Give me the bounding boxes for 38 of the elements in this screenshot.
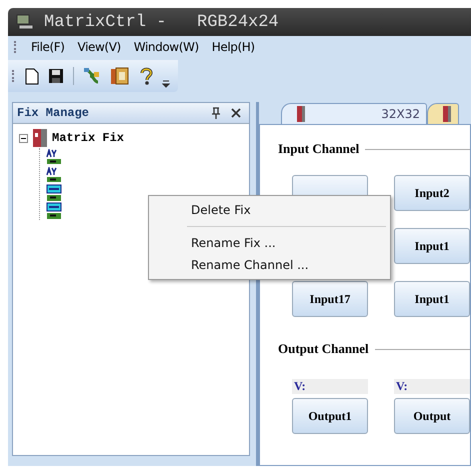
connector-icon[interactable] <box>83 67 101 85</box>
device-icon <box>442 105 452 123</box>
menu-item[interactable]: Window(W) <box>134 40 199 54</box>
tab[interactable]: 32X32 <box>281 103 427 124</box>
window-title: MatrixCtrl - RGB24x24 <box>44 12 279 32</box>
device-icon <box>296 105 306 123</box>
collapse-toggle[interactable] <box>19 134 28 142</box>
group-title: Output Channel <box>278 341 369 357</box>
device-icon <box>32 128 48 148</box>
input-button[interactable]: Input1 <box>394 281 470 317</box>
menu-item[interactable]: View(V) <box>78 40 121 54</box>
output-label: V: <box>394 379 470 394</box>
av-module-icon[interactable] <box>46 149 62 165</box>
input-button[interactable]: Input1 <box>394 228 470 264</box>
rgb-module-icon[interactable] <box>46 184 62 202</box>
output-button[interactable]: Output1 <box>292 398 368 434</box>
output-button[interactable]: Output <box>394 398 470 434</box>
computer-icon <box>16 14 34 30</box>
menu-item[interactable]: Rename Channel ... <box>149 254 390 276</box>
av-module-icon[interactable] <box>46 167 62 183</box>
rgb-module-icon[interactable] <box>46 202 62 220</box>
group-title: Input Channel <box>278 141 360 157</box>
help-icon[interactable] <box>139 67 153 85</box>
menu-item[interactable]: Help(H) <box>212 40 255 54</box>
overflow-icon[interactable] <box>162 80 170 88</box>
tree-item[interactable]: Matrix Fix <box>52 131 124 145</box>
output-label: V: <box>292 379 368 394</box>
book-icon[interactable] <box>110 67 130 85</box>
new-file-icon[interactable] <box>25 68 39 84</box>
input-button[interactable]: Input17 <box>292 281 368 317</box>
pin-icon[interactable] <box>211 107 221 119</box>
menu-item[interactable]: Rename Fix ... <box>149 232 390 254</box>
menu-item[interactable]: Delete Fix <box>149 199 390 221</box>
menu-item[interactable]: File(F) <box>31 40 65 54</box>
input-button[interactable]: Input2 <box>394 175 470 211</box>
tab[interactable] <box>427 103 459 124</box>
panel-title: Fix Manage <box>17 106 90 120</box>
close-icon[interactable] <box>231 108 241 118</box>
